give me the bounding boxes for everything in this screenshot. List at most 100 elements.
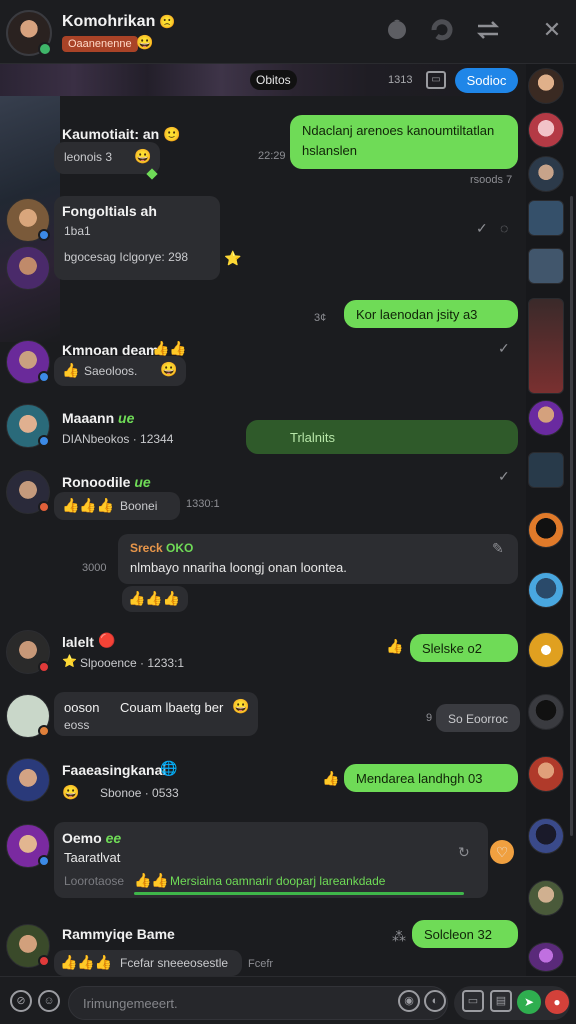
sender-avatar[interactable]: [6, 924, 50, 968]
rail-avatar[interactable]: [528, 942, 564, 972]
message-text: Trlalnits: [290, 430, 336, 445]
status-dot: [38, 501, 50, 513]
message-emoji: 😀: [134, 148, 152, 164]
incoming-message[interactable]: Oemo ee Taaratlvat Loorotaose 👍👍 Mersiai…: [54, 822, 488, 898]
rail-avatar[interactable]: [528, 68, 564, 104]
message-time: Fcefr: [248, 958, 274, 970]
incoming-message[interactable]: ooson Couam lbaetg ber 😀 eoss: [54, 692, 258, 736]
incoming-message[interactable]: Fongoltials ah 1ba1 bgocesag Iclgorye: 2…: [54, 196, 220, 280]
sender-avatar[interactable]: [6, 198, 50, 242]
reaction-emoji: ⁂: [392, 928, 406, 944]
rail-avatar[interactable]: [528, 818, 564, 854]
file-icon[interactable]: ▤: [490, 990, 512, 1012]
sender-avatar[interactable]: [6, 758, 50, 802]
rail-avatar[interactable]: [528, 112, 564, 148]
sender-name: Kaumotiait: an 🙂: [62, 126, 181, 142]
rail-avatar[interactable]: [528, 756, 564, 792]
reaction-bubble[interactable]: 👍👍👍: [122, 586, 188, 612]
pending-indicator: 9: [426, 712, 433, 724]
message-text: Taaratlvat: [64, 850, 121, 865]
chat-avatar[interactable]: [6, 10, 52, 56]
rail-scrollbar[interactable]: [570, 196, 573, 836]
message-text: Fcefar sneeeosestle: [120, 956, 229, 970]
status-dot: [38, 855, 50, 867]
chat-title: Komohrikan 🙁: [62, 13, 176, 30]
sender-avatar[interactable]: [6, 404, 50, 448]
rail-avatar[interactable]: [528, 400, 564, 436]
name-emoji: 🌐: [160, 760, 178, 776]
strip-count: 1313: [388, 74, 413, 86]
message-emoji: 👍: [62, 362, 80, 378]
message-text: Loorotaose: [64, 874, 125, 888]
rail-banner[interactable]: [528, 298, 564, 394]
reaction-count: 3¢: [314, 312, 327, 324]
sticker-icon[interactable]: [383, 16, 411, 44]
sticker-button-icon[interactable]: ◐: [424, 990, 446, 1012]
incoming-message[interactable]: 👍👍👍 Fcefar sneeeosestle: [54, 950, 242, 976]
emoji-icon[interactable]: ☺: [38, 990, 60, 1012]
sender-avatar[interactable]: [6, 824, 50, 868]
status-dot: [38, 725, 50, 737]
message-emoji: 👍👍👍: [128, 590, 181, 606]
rail-avatar[interactable]: [528, 694, 564, 730]
read-check-icon: ✓: [476, 220, 488, 236]
online-indicator: [38, 42, 52, 56]
rail-avatar[interactable]: [528, 512, 564, 548]
reaction-emoji: ⭐: [224, 250, 242, 266]
sender-avatar[interactable]: [6, 470, 50, 514]
strip-pill[interactable]: Obitos: [250, 70, 297, 90]
gallery-button-icon[interactable]: ▭: [462, 990, 484, 1012]
send-button[interactable]: ➤: [517, 990, 541, 1014]
chat-status-badge: Oaanenenne: [62, 36, 138, 52]
clock-icon: ◌: [500, 220, 509, 236]
message-text: hslanslen: [302, 143, 357, 158]
outgoing-message[interactable]: Mendarea landhgh 03: [344, 764, 518, 792]
rail-avatar[interactable]: [528, 632, 564, 668]
sender-avatar[interactable]: [6, 246, 50, 290]
message-text: Slelske o2: [422, 641, 482, 656]
message-emoji: 😀: [62, 784, 80, 800]
camera-icon[interactable]: ◉: [398, 990, 420, 1012]
close-icon[interactable]: ✕: [538, 16, 566, 44]
sender-name: Ronoodile ue: [62, 474, 151, 490]
pending-message[interactable]: So Eoorroc: [436, 704, 520, 732]
swap-icon[interactable]: [474, 16, 502, 44]
strip-action-button[interactable]: Sodioc: [455, 68, 518, 93]
outgoing-message[interactable]: Slelske o2: [410, 634, 518, 662]
rail-avatar[interactable]: [528, 452, 564, 488]
reply-message[interactable]: Sreck OKO nlmbayo nnariha loongj onan lo…: [118, 534, 518, 584]
forward-icon[interactable]: ↻: [458, 844, 470, 861]
sender-avatar[interactable]: [6, 694, 50, 738]
edit-icon[interactable]: ✎: [492, 540, 504, 557]
heart-reaction-icon[interactable]: ♡: [490, 840, 514, 864]
rail-avatar[interactable]: [528, 248, 564, 284]
message-text: Solcleon 32: [424, 927, 492, 942]
outgoing-message[interactable]: Ndaclanj arenoes kanoumtiltatlan hslansl…: [290, 115, 518, 169]
mic-button[interactable]: ●: [545, 990, 569, 1014]
message-input-wrapper[interactable]: [68, 986, 448, 1020]
sender-avatar[interactable]: [6, 630, 50, 674]
message-emoji: 😀: [232, 698, 250, 714]
sender-name: Maaann ue: [62, 410, 135, 426]
incoming-message[interactable]: 👍👍👍 Boonei: [54, 492, 180, 520]
refresh-icon[interactable]: [428, 16, 456, 44]
outgoing-message[interactable]: Kor laenodan jsity a3: [344, 300, 518, 328]
sender-avatar[interactable]: [6, 340, 50, 384]
gallery-icon[interactable]: ▭: [426, 71, 446, 89]
rail-avatar[interactable]: [528, 156, 564, 192]
message-input[interactable]: [83, 987, 383, 1019]
message-emoji: 👍👍👍: [60, 954, 113, 970]
outgoing-message[interactable]: Solcleon 32: [412, 920, 518, 948]
sender-name: Rammyiqe Bame: [62, 926, 175, 942]
rail-avatar[interactable]: [528, 880, 564, 916]
message-text: Boonei: [120, 499, 158, 513]
incoming-message[interactable]: 👍 Saeoloos. 😀: [54, 356, 186, 386]
rail-avatar[interactable]: [528, 200, 564, 236]
sender-name: ooson: [64, 700, 100, 715]
rail-avatar[interactable]: [528, 572, 564, 608]
outgoing-message[interactable]: Trlalnits: [246, 420, 518, 454]
message-emoji: 😀: [160, 361, 178, 377]
incoming-message[interactable]: leonois 3 😀: [54, 142, 160, 174]
attach-icon[interactable]: ⊘: [10, 990, 32, 1012]
message-text: nlmbayo nnariha loongj onan loontea.: [130, 560, 347, 575]
